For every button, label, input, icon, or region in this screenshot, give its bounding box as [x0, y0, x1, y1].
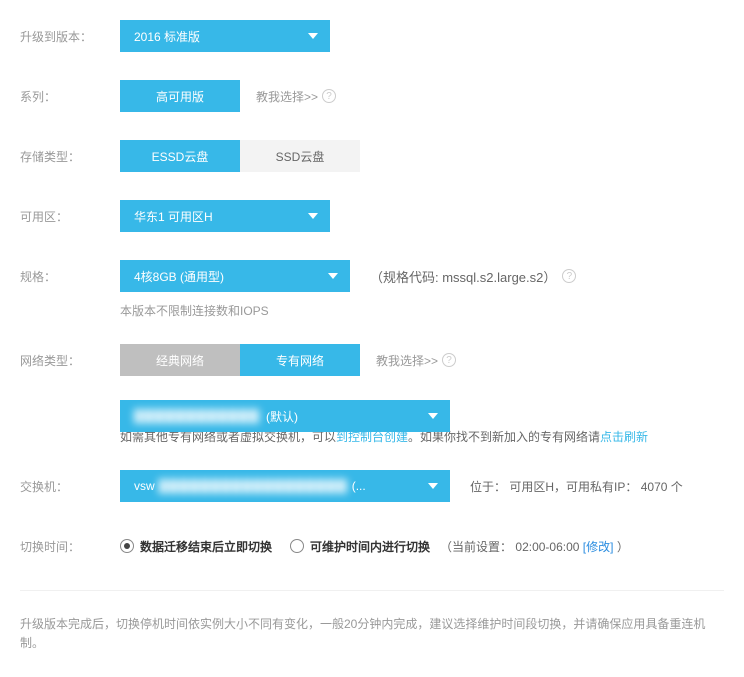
spec-note: 本版本不限制连接数和IOPS — [120, 302, 724, 320]
network-label: 网络类型： — [20, 352, 120, 369]
vswitch-display-suffix: (... — [352, 479, 366, 493]
storage-label: 存储类型： — [20, 148, 120, 165]
modify-window-link[interactable]: [修改] — [583, 540, 614, 554]
network-option-classic: 经典网络 — [120, 344, 240, 376]
spec-label: 规格： — [20, 268, 120, 285]
vpc-suffix: (默认) — [266, 408, 298, 425]
vswitch-prefix: vsw — [134, 479, 155, 493]
vpc-masked-value: ████████████ — [134, 409, 260, 423]
network-option-vpc[interactable]: 专有网络 — [240, 344, 360, 376]
series-help-link[interactable]: 教我选择>> ? — [256, 88, 336, 105]
switch-time-label: 切换时间： — [20, 538, 120, 555]
switch-window-text: （当前设置： 02:00-06:00 [修改] ） — [440, 538, 629, 555]
spec-dropdown[interactable]: 4核8GB (通用型) — [120, 260, 350, 292]
radio-label-immediate: 数据迁移结束后立即切换 — [140, 538, 272, 555]
help-icon: ? — [562, 269, 576, 283]
vpc-console-link[interactable]: 到控制台创建 — [336, 430, 408, 444]
zone-label: 可用区： — [20, 208, 120, 225]
vpc-dropdown[interactable]: ████████████ (默认) — [120, 400, 450, 432]
storage-option-ssd[interactable]: SSD云盘 — [240, 140, 360, 172]
zone-dropdown-value: 华东1 可用区H — [134, 208, 213, 225]
vswitch-location: 位于： 可用区H，可用私有IP： 4070 个 — [470, 478, 683, 495]
spec-dropdown-value: 4核8GB (通用型) — [134, 268, 224, 285]
chevron-down-icon — [428, 483, 438, 489]
chevron-down-icon — [308, 213, 318, 219]
zone-dropdown[interactable]: 华东1 可用区H — [120, 200, 330, 232]
vswitch-dropdown[interactable]: vsw ██████████████████ (... — [120, 470, 450, 502]
version-label: 升级到版本： — [20, 28, 120, 45]
series-option-ha[interactable]: 高可用版 — [120, 80, 240, 112]
radio-label-window: 可维护时间内进行切换 — [310, 538, 430, 555]
spec-code-text: （规格代码: mssql.s2.large.s2） ? — [370, 267, 576, 286]
vswitch-label: 交换机： — [20, 478, 120, 495]
chevron-down-icon — [308, 33, 318, 39]
chevron-down-icon — [328, 273, 338, 279]
version-dropdown[interactable]: 2016 标准版 — [120, 20, 330, 52]
switch-time-radio-window[interactable]: 可维护时间内进行切换 （当前设置： 02:00-06:00 [修改] ） — [290, 538, 629, 555]
network-help-link[interactable]: 教我选择>> ? — [376, 352, 456, 369]
help-icon: ? — [442, 353, 456, 367]
help-icon: ? — [322, 89, 336, 103]
series-label: 系列： — [20, 88, 120, 105]
radio-icon — [290, 539, 304, 553]
radio-icon — [120, 539, 134, 553]
version-dropdown-value: 2016 标准版 — [134, 28, 200, 45]
footer-note: 升级版本完成后，切换停机时间依实例大小不同有变化，一般20分钟内完成，建议选择维… — [20, 590, 724, 677]
switch-time-radio-immediate[interactable]: 数据迁移结束后立即切换 — [120, 538, 272, 555]
vswitch-masked-value: ██████████████████ — [159, 479, 348, 493]
vpc-refresh-link[interactable]: 点击刷新 — [600, 430, 648, 444]
chevron-down-icon — [428, 413, 438, 419]
storage-option-essd[interactable]: ESSD云盘 — [120, 140, 240, 172]
